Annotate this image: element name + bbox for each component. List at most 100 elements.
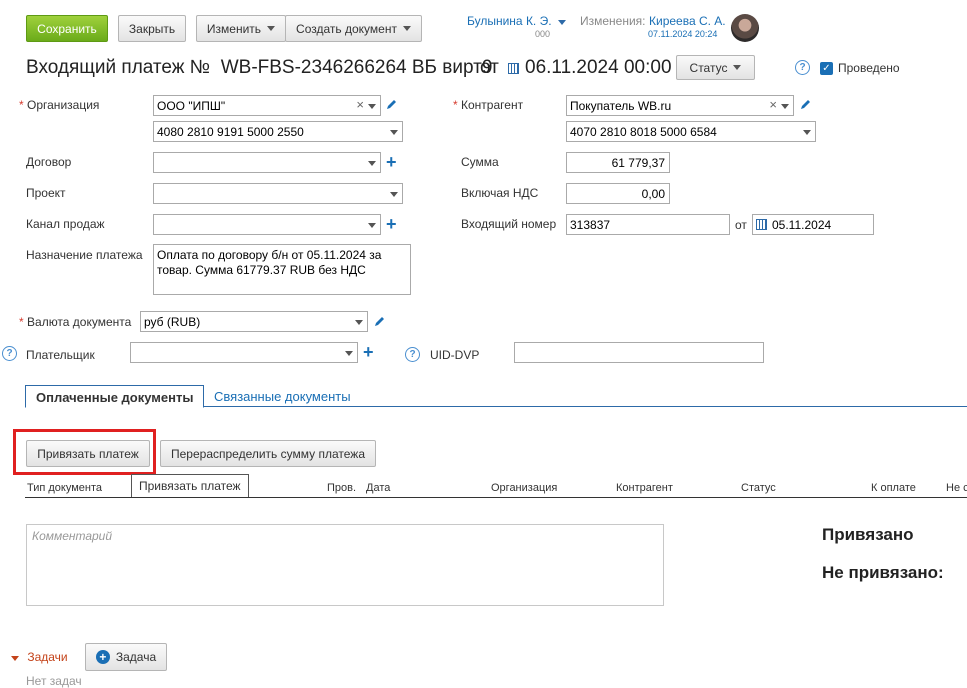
currency-label-text: Валюта документа — [27, 315, 132, 329]
uid-dvp-label: UID-DVP — [430, 348, 480, 362]
edit-pencil-icon[interactable] — [800, 99, 811, 110]
contractor-account-select[interactable]: 4070 2810 8018 5000 6584 — [566, 121, 816, 142]
contractor-account-value: 4070 2810 8018 5000 6584 — [570, 125, 717, 139]
close-button[interactable]: Закрыть — [118, 15, 186, 42]
calendar-icon[interactable] — [508, 63, 519, 74]
save-button-label: Сохранить — [37, 21, 97, 36]
tab-linked-label: Связанные документы — [214, 389, 351, 404]
column-organization[interactable]: Организация — [491, 482, 557, 494]
clear-icon[interactable]: × — [356, 97, 364, 112]
editor-time: 07.11.2024 20:24 — [648, 29, 718, 39]
organization-label: * Организация — [19, 98, 100, 112]
tab-linked-documents[interactable]: Связанные документы — [214, 389, 351, 404]
vat-input[interactable]: 0,00 — [566, 183, 670, 204]
sum-input[interactable]: 61 779,37 — [566, 152, 670, 173]
page-title: Входящий платеж № WB-FBS-2346266264 ВБ в… — [26, 57, 492, 79]
chevron-down-icon — [345, 351, 353, 356]
author-org: 000 — [535, 29, 551, 39]
tasks-toggle[interactable]: Задачи — [11, 650, 68, 664]
chevron-down-icon — [267, 26, 276, 31]
chevron-down-icon — [368, 104, 376, 109]
purpose-line-2: товар. Сумма 61779.37 RUB без НДС — [157, 263, 366, 277]
calendar-icon[interactable] — [756, 219, 767, 230]
add-contract-icon[interactable]: + — [386, 153, 397, 171]
chevron-down-icon — [390, 192, 398, 197]
chevron-down-icon — [11, 656, 19, 661]
document-date[interactable]: 06.11.2024 00:00 — [525, 57, 672, 79]
organization-account-select[interactable]: 4080 2810 9191 5000 2550 — [153, 121, 403, 142]
column-posted[interactable]: Пров. — [327, 482, 356, 494]
contractor-label-text: Контрагент — [461, 98, 524, 112]
edit-button-label: Изменить — [206, 21, 262, 36]
add-task-label: Задача — [115, 650, 157, 664]
plus-circle-icon: + — [95, 650, 110, 664]
help-icon[interactable]: ? — [2, 346, 17, 361]
currency-select[interactable]: руб (RUB) — [140, 311, 368, 332]
edit-dropdown-button[interactable]: Изменить — [196, 15, 286, 42]
bind-payment-button[interactable]: Привязать платеж — [26, 440, 150, 467]
organization-value: ООО "ИПШ" — [157, 99, 226, 113]
organization-label-text: Организация — [27, 98, 100, 112]
document-number: WB-FBS-2346266264 ВБ вирт9 — [220, 57, 493, 78]
avatar[interactable] — [731, 14, 759, 42]
editor-name[interactable]: Киреева С. А. — [649, 14, 726, 28]
payment-purpose-label: Назначение платежа — [26, 248, 143, 262]
column-contractor[interactable]: Контрагент — [616, 482, 673, 494]
posted-checkbox[interactable]: ✓ — [820, 62, 833, 75]
sum-value: 61 779,37 — [611, 156, 665, 170]
contractor-select[interactable]: Покупатель WB.ru × — [566, 95, 794, 116]
incoming-date-value: 05.11.2024 — [772, 218, 832, 232]
tooltip: Привязать платеж — [131, 474, 249, 498]
incoming-date-input[interactable]: 05.11.2024 — [752, 214, 874, 235]
comment-textarea[interactable]: Комментарий — [26, 524, 664, 606]
contract-label: Договор — [26, 155, 72, 169]
chevron-down-icon — [390, 130, 398, 135]
vat-value: 0,00 — [641, 187, 665, 201]
help-icon[interactable]: ? — [405, 347, 420, 362]
currency-value: руб (RUB) — [144, 315, 201, 329]
uid-dvp-input[interactable] — [514, 342, 764, 363]
clear-icon[interactable]: × — [769, 97, 777, 112]
sum-label: Сумма — [461, 155, 499, 169]
tab-paid-documents[interactable]: Оплаченные документы — [25, 385, 205, 408]
add-payer-icon[interactable]: + — [363, 343, 374, 361]
status-label: Статус — [689, 60, 728, 75]
redistribute-sum-button[interactable]: Перераспределить сумму платежа — [160, 440, 376, 467]
payer-select[interactable] — [130, 342, 358, 363]
tab-paid-label: Оплаченные документы — [36, 390, 194, 405]
help-icon[interactable]: ? — [795, 60, 810, 75]
incoming-date-prefix: от — [735, 218, 747, 232]
author-link[interactable]: Булынина К. Э. — [467, 14, 566, 28]
column-date[interactable]: Дата — [366, 482, 390, 494]
edit-pencil-icon[interactable] — [374, 316, 385, 327]
comment-placeholder: Комментарий — [32, 529, 113, 543]
column-unpaid[interactable]: Не с — [946, 482, 967, 494]
column-status[interactable]: Статус — [741, 482, 776, 494]
project-label: Проект — [26, 186, 66, 200]
incoming-number-input[interactable]: 313837 — [566, 214, 730, 235]
status-dropdown-button[interactable]: Статус — [676, 55, 755, 80]
payment-purpose-textarea[interactable]: Оплата по договору б/н от 05.11.2024 за … — [153, 244, 411, 295]
purpose-line-1: Оплата по договору б/н от 05.11.2024 за — [157, 248, 382, 262]
sales-channel-label: Канал продаж — [26, 217, 105, 231]
column-doc-type[interactable]: Тип документа — [27, 482, 102, 494]
title-date-prefix: от — [480, 57, 499, 78]
chevron-down-icon — [557, 20, 566, 25]
redistribute-sum-label: Перераспределить сумму платежа — [171, 446, 365, 461]
vat-label: Включая НДС — [461, 186, 539, 200]
edit-pencil-icon[interactable] — [386, 99, 397, 110]
project-select[interactable] — [153, 183, 403, 204]
chevron-down-icon — [368, 161, 376, 166]
author-name: Булынина К. Э. — [467, 14, 552, 28]
add-sales-channel-icon[interactable]: + — [386, 215, 397, 233]
create-document-dropdown-button[interactable]: Создать документ — [285, 15, 422, 42]
column-to-pay[interactable]: К оплате — [871, 482, 916, 494]
add-task-button[interactable]: + Задача — [85, 643, 167, 671]
contract-select[interactable] — [153, 152, 381, 173]
changes-label: Изменения: — [580, 14, 646, 28]
organization-select[interactable]: ООО "ИПШ" × — [153, 95, 381, 116]
chevron-down-icon — [733, 65, 742, 70]
save-button[interactable]: Сохранить — [26, 15, 108, 42]
title-prefix: Входящий платеж № — [26, 57, 211, 78]
sales-channel-select[interactable] — [153, 214, 381, 235]
